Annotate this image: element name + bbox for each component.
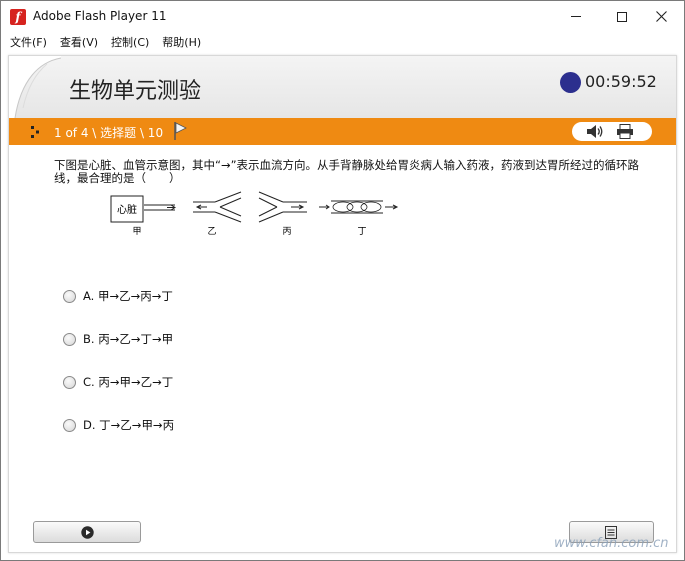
watermark: www.cfan.com.cn (554, 536, 669, 551)
play-icon (81, 526, 94, 539)
menu-view[interactable]: 查看(V) (60, 34, 98, 50)
option-b[interactable]: B. 丙→乙→丁→甲 (63, 331, 173, 347)
window-title: Adobe Flash Player 11 (33, 9, 167, 23)
option-d[interactable]: D. 丁→乙→甲→丙 (63, 417, 174, 433)
radio-button-b[interactable] (63, 332, 76, 346)
question-text: 下图是心脏、血管示意图，其中“→”表示血流方向。从手背静脉处给胃炎病人输入药液，… (54, 158, 640, 185)
option-b-label: B. 丙→乙→丁→甲 (83, 332, 174, 346)
radio-button-d[interactable] (63, 418, 76, 432)
submit-play-button[interactable] (33, 521, 141, 543)
option-a[interactable]: A. 甲→乙→丙→丁 (63, 288, 173, 304)
diagram-yi: 乙 (193, 191, 242, 237)
quiz-title: 生物单元测验 (69, 79, 202, 104)
radio-button-c[interactable] (63, 375, 76, 389)
option-c[interactable]: C. 丙→甲→乙→丁 (63, 374, 173, 390)
option-c-label: C. 丙→甲→乙→丁 (83, 375, 174, 389)
timer-icon (560, 72, 581, 93)
radio-button-a[interactable] (63, 289, 76, 303)
maximize-icon (617, 11, 627, 22)
close-icon (655, 11, 667, 22)
question-nav-bar: 1 of 4 \ 选择题 \ 10 (9, 118, 676, 145)
diagram-label-bing: 丙 (282, 226, 291, 237)
option-d-label: D. 丁→乙→甲→丙 (83, 418, 175, 432)
flag-question-icon[interactable] (172, 121, 188, 141)
diagram-label-ding: 丁 (357, 227, 366, 237)
quiz-content: 生物单元测验 00:59:52 1 of 4 \ 选择题 \ 10 下图是心脏、… (8, 55, 677, 553)
question-list-toggle-icon[interactable] (31, 126, 41, 138)
title-bar: f Adobe Flash Player 11 (1, 1, 684, 32)
menu-bar: 文件(F) 查看(V) 控制(C) 帮助(H) (1, 32, 684, 51)
diagram-ding: 丁 (319, 200, 399, 237)
menu-help[interactable]: 帮助(H) (162, 34, 201, 50)
menu-control[interactable]: 控制(C) (111, 34, 149, 50)
diagram-bing: 丙 (258, 191, 307, 237)
menu-file[interactable]: 文件(F) (10, 34, 47, 50)
flash-app-icon: f (10, 9, 26, 25)
minimize-icon (571, 16, 581, 17)
option-a-label: A. 甲→乙→丙→丁 (83, 289, 173, 303)
quiz-header: 生物单元测验 00:59:52 (9, 56, 676, 118)
speaker-icon[interactable] (586, 124, 604, 139)
diagram-label-jia: 甲 (132, 226, 141, 237)
question-progress: 1 of 4 \ 选择题 \ 10 (54, 126, 164, 140)
heart-label: 心脏 (117, 203, 137, 216)
close-button[interactable] (638, 1, 684, 32)
page-curl-decoration (9, 56, 61, 118)
heart-vessel-diagram: 心脏 甲 乙 丙 丁 (110, 191, 399, 237)
diagram-jia: 心脏 甲 (110, 195, 176, 237)
timer-display: 00:59:52 (585, 72, 657, 91)
diagram-label-yi: 乙 (207, 226, 216, 237)
flash-player-window: f Adobe Flash Player 11 文件(F) 查看(V) 控制(C… (0, 0, 685, 561)
print-icon[interactable] (616, 124, 634, 139)
minimize-button[interactable] (553, 1, 599, 32)
nav-tools (572, 122, 652, 141)
